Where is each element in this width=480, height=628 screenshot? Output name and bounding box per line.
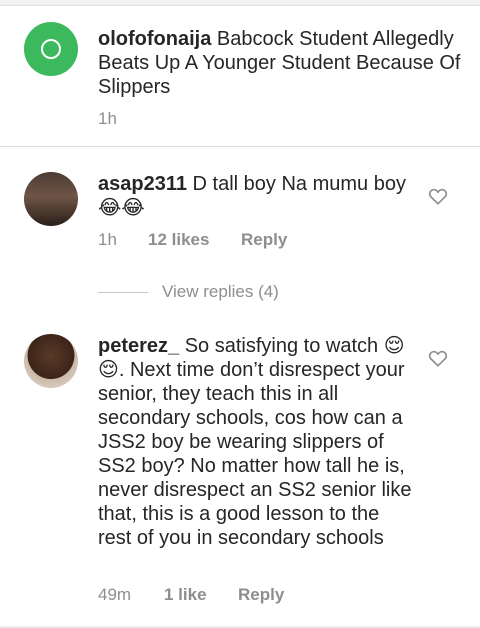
reply-button[interactable]: Reply	[241, 230, 287, 250]
caption-avatar[interactable]	[24, 22, 78, 76]
caption-timestamp: 1h	[98, 109, 117, 128]
comment-avatar-peterez[interactable]	[24, 334, 78, 388]
comment-body: So satisfying to watch 😌😌. Next time don…	[98, 335, 412, 549]
comment-text: asap2311 D tall boy Na mumu boy 😂😂	[98, 172, 418, 220]
comment-username[interactable]: peterez_	[98, 335, 179, 357]
reply-button[interactable]: Reply	[238, 585, 284, 605]
comment-timestamp: 1h	[98, 230, 117, 249]
comment-likes[interactable]: 1 like	[164, 585, 207, 605]
comment-username[interactable]: asap2311	[98, 173, 187, 195]
comment-avatar-asap2311[interactable]	[24, 172, 78, 226]
caption-text: olofofonaija Babcock Student Allegedly B…	[98, 27, 468, 99]
avatar-logo-icon	[41, 39, 61, 59]
like-heart-icon[interactable]	[428, 187, 448, 205]
like-heart-icon[interactable]	[428, 349, 448, 367]
comment-text: peterez_ So satisfying to watch 😌😌. Next…	[98, 334, 418, 550]
view-replies-link[interactable]: View replies (4)	[162, 282, 279, 302]
comment-timestamp: 49m	[98, 585, 132, 604]
caption-username[interactable]: olofofonaija	[98, 28, 211, 50]
view-replies-divider	[98, 292, 148, 293]
comment-likes[interactable]: 12 likes	[148, 230, 209, 250]
